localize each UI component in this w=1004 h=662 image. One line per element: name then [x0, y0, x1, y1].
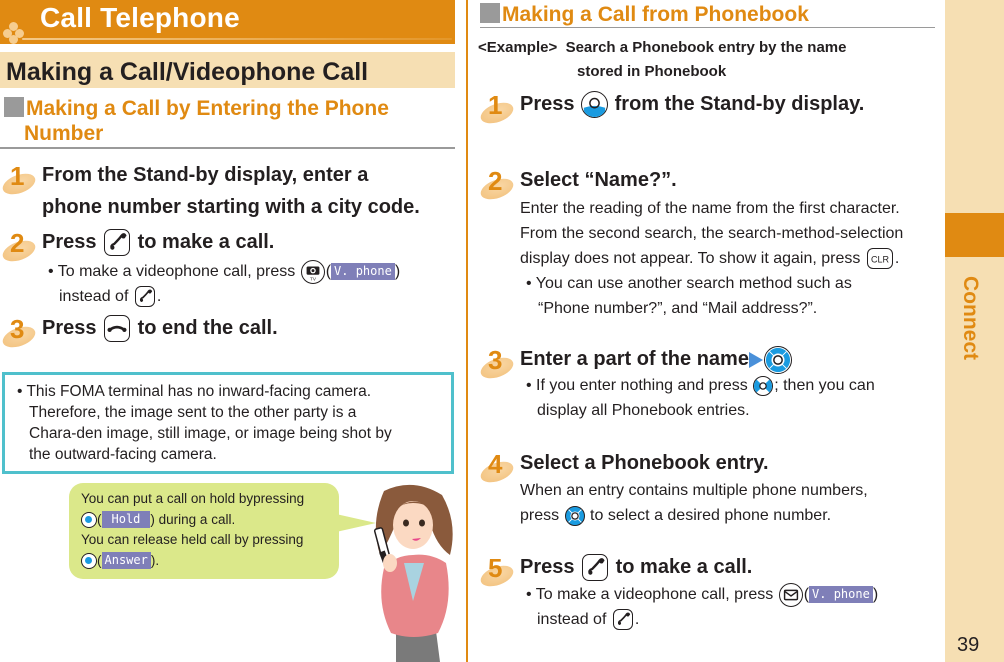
right-step-1-title: Press from the Stand-by display. [520, 88, 864, 120]
navigation-key-icon [81, 511, 97, 528]
v-phone-soft-key-label: V. phone [331, 263, 395, 281]
right-step-5-title: Press to make a call. [520, 551, 752, 583]
chapter-side-label: Connect [959, 276, 982, 360]
note-box: • This FOMA terminal has no inward-facin… [2, 372, 454, 474]
svg-text:TV: TV [310, 276, 317, 281]
clover-icon [3, 22, 25, 44]
left-step-1-text: From the Stand-by display, enter a phone… [42, 164, 420, 218]
navigation-key-icon [564, 505, 585, 526]
right-step-5-bullet: • To make a videophone call, press (V. p… [526, 582, 878, 632]
right-step-2-body: Enter the reading of the name from the f… [520, 200, 904, 317]
step-number-badge: 3 [0, 314, 42, 352]
phone-send-key-icon [612, 609, 633, 631]
step-number-badge: 2 [0, 228, 42, 266]
page-number: 39 [957, 634, 980, 656]
navigation-key-icon [763, 345, 792, 374]
left-step-2-bullet: • To make a videophone call, press TV(V.… [48, 259, 400, 309]
phone-send-key-icon [104, 229, 131, 257]
phone-end-key-icon [104, 315, 131, 343]
step-number-badge: 3 [477, 345, 520, 383]
speech-bubble-text: You can put a call on hold bypressing (H… [81, 491, 305, 570]
arrow-right-icon [748, 351, 763, 368]
subheading-rule [0, 147, 455, 149]
right-step-4-title: Select a Phonebook entry. [520, 452, 769, 474]
hold-soft-key-label: Hold [101, 511, 151, 529]
square-bullet-icon [4, 97, 24, 117]
subheading-rule [480, 27, 935, 28]
note-text: • This FOMA terminal has no inward-facin… [17, 383, 392, 463]
phone-send-key-icon [134, 286, 155, 308]
v-phone-soft-key-label: V. phone [809, 586, 873, 604]
right-step-3-bullet: • If you enter nothing and press ; then … [526, 375, 875, 419]
chapter-title: Call Telephone [40, 2, 240, 33]
navigation-key-icon [81, 552, 97, 569]
woman-on-phone-illustration [373, 484, 453, 662]
right-step-4-body: When an entry contains multiple phone nu… [520, 482, 868, 526]
right-subheading: Making a Call from Phonebook [480, 2, 809, 27]
column-divider [466, 0, 468, 662]
section-title: Making a Call/Videophone Call [6, 58, 369, 86]
clr-key-icon: CLR [866, 248, 893, 270]
right-step-2-title: Select “Name?”. [520, 169, 677, 191]
answer-soft-key-label: Answer [101, 552, 151, 570]
phone-send-key-icon [582, 554, 609, 582]
left-step-3-title: Press to end the call. [42, 312, 278, 344]
svg-text:CLR: CLR [871, 255, 890, 265]
left-subheading: Making a Call by Entering the Phone Numb… [4, 96, 389, 146]
step-number-badge: 2 [477, 166, 520, 204]
mail-key-icon [778, 582, 803, 607]
square-bullet-icon [480, 3, 500, 23]
camera-tv-key-icon: TV [300, 259, 325, 284]
step-number-badge: 1 [0, 161, 42, 199]
chapter-side-tab-marker [945, 213, 1004, 257]
step-number-badge: 4 [477, 449, 520, 487]
header-swoosh [22, 38, 452, 40]
step-number-badge: 5 [477, 553, 520, 591]
left-step-2-title: Press to make a call. [42, 226, 274, 258]
right-step-3-title: Enter a part of the name [520, 343, 793, 375]
navigation-key-icon [581, 91, 609, 119]
speech-bubble: You can put a call on hold bypressing (H… [69, 483, 339, 579]
navigation-key-icon [753, 375, 774, 396]
step-number-badge: 1 [477, 90, 520, 128]
example-caption: <Example> Search a Phonebook entry by th… [478, 39, 847, 80]
